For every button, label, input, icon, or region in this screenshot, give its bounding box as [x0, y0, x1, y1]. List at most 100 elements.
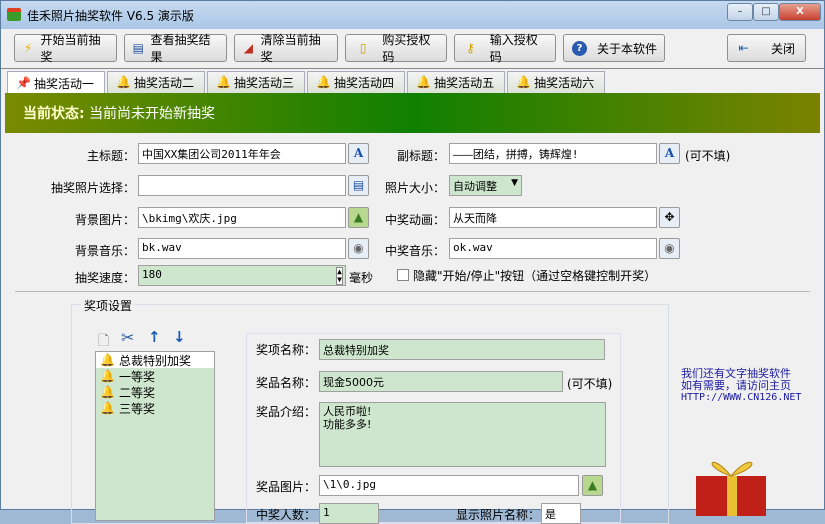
bell-icon: 🔔: [100, 353, 115, 367]
win-animation-input[interactable]: 从天而降: [449, 207, 657, 228]
speed-label: 抽奖速度：: [74, 271, 135, 285]
app-window: 佳禾照片抽奖软件 V6.5 演示版 – □ X ⚡ 开始当前抽奖 ▤ 查看抽奖结果 …: [0, 0, 825, 524]
show-name-label: 显示照片名称：: [456, 508, 541, 522]
tab-label: 抽奖活动一: [34, 76, 95, 91]
winner-count-stepper[interactable]: 1: [319, 503, 379, 524]
button-label: 购买授权码: [382, 33, 431, 64]
key-icon: ⚷: [466, 40, 475, 55]
toolbar: ⚡ 开始当前抽奖 ▤ 查看抽奖结果 ◢ 清除当前抽奖 ▯ 购买授权码 ⚷ 输入授权码 ? 关…: [1, 29, 824, 69]
prize-intro-label: 奖品介绍：: [256, 405, 317, 419]
speed-value: 180: [142, 268, 162, 281]
bell-icon: 🔔: [516, 75, 532, 89]
lightning-icon: ⚡: [24, 40, 33, 55]
view-results-button[interactable]: ▤ 查看抽奖结果: [124, 33, 227, 64]
bg-image-label: 背景图片：: [74, 213, 135, 227]
cut-icon[interactable]: ✂: [121, 328, 134, 347]
tab-activity-3[interactable]: 🔔 抽奖活动三: [207, 71, 306, 93]
stepper-arrows-icon[interactable]: ▲ ▼: [336, 267, 343, 285]
list-item-label: 一等奖: [118, 369, 155, 384]
close-button[interactable]: ⇤ 关闭: [727, 34, 806, 62]
activity-tabs: 📌 抽奖活动一 🔔 抽奖活动二 🔔 抽奖活动三 🔔 抽奖活动四 🔔 抽奖活动五 🔔 抽奖活动…: [7, 71, 607, 94]
minimize-button[interactable]: –: [727, 3, 753, 21]
win-music-label: 中奖音乐：: [384, 244, 445, 258]
bell-icon: 🔔: [100, 385, 115, 399]
close-window-button[interactable]: X: [779, 3, 821, 21]
hide-button-checkbox[interactable]: [397, 269, 409, 281]
prize-intro-textarea[interactable]: 人民币啦! 功能多多!: [319, 402, 606, 467]
list-item-label: 总裁特别加奖: [118, 353, 191, 368]
pin-icon: 📌: [16, 75, 31, 90]
prize-name-label: 奖项名称：: [256, 343, 317, 357]
tab-activity-2[interactable]: 🔔 抽奖活动二: [107, 71, 206, 93]
bg-music-input[interactable]: bk.wav: [138, 238, 346, 259]
move-down-icon[interactable]: ↓: [173, 328, 186, 346]
tab-activity-6[interactable]: 🔔 抽奖活动六: [507, 71, 606, 93]
app-icon: [7, 8, 21, 21]
status-text: 当前尚未开始新抽奖: [89, 106, 216, 122]
optional-note: (可不填): [567, 377, 613, 391]
bell-icon: 🔔: [316, 75, 332, 89]
tab-activity-4[interactable]: 🔔 抽奖活动四: [307, 71, 406, 93]
promo-text: 我们还有文字抽奖软件 如有需要，请访问主页 HTTP://WWW.CN126.N…: [681, 368, 801, 404]
list-icon: ▤: [132, 40, 144, 55]
bg-image-input[interactable]: \bkimg\欢庆.jpg: [138, 207, 346, 228]
tab-label: 抽奖活动三: [234, 76, 295, 90]
chevron-down-icon: ▼: [511, 178, 518, 188]
font-icon[interactable]: A: [659, 143, 680, 164]
button-label: 查看抽奖结果: [150, 33, 211, 64]
photo-size-select[interactable]: 自动调整 ▼: [449, 175, 522, 196]
list-item-label: 三等奖: [118, 401, 155, 416]
animation-icon[interactable]: ✥: [659, 207, 680, 228]
photo-size-value: 自动调整: [453, 180, 497, 193]
move-up-icon[interactable]: ↑: [148, 328, 161, 346]
optional-note: (可不填): [685, 149, 731, 163]
tab-label: 抽奖活动二: [134, 76, 195, 90]
bell-icon: 🔔: [100, 401, 115, 415]
tab-activity-5[interactable]: 🔔 抽奖活动五: [407, 71, 506, 93]
bell-icon: 🔔: [116, 75, 131, 89]
speed-unit: 毫秒: [349, 271, 374, 285]
enter-license-button[interactable]: ⚷ 输入授权码: [454, 33, 556, 64]
prize-name-input[interactable]: 总裁特别加奖: [319, 339, 605, 360]
maximize-button[interactable]: □: [753, 3, 779, 21]
winner-count-label: 中奖人数：: [256, 508, 317, 522]
prize-image-label: 奖品图片：: [256, 480, 317, 494]
buy-license-button[interactable]: ▯ 购买授权码: [345, 33, 447, 64]
prize-image-input[interactable]: \1\0.jpg: [319, 475, 579, 496]
tab-label: 抽奖活动五: [434, 76, 495, 90]
list-item-label: 二等奖: [118, 385, 155, 400]
prize-settings-title: 奖项设置: [81, 297, 136, 314]
button-label: 开始当前抽奖: [40, 33, 101, 64]
photo-select-input[interactable]: [138, 175, 346, 196]
main-title-label: 主标题：: [86, 149, 135, 163]
title-bar: 佳禾照片抽奖软件 V6.5 演示版 – □ X: [1, 1, 824, 29]
prize-item-input[interactable]: 现金5000元: [319, 371, 563, 392]
win-animation-label: 中奖动画：: [384, 213, 445, 227]
start-draw-button[interactable]: ⚡ 开始当前抽奖: [14, 33, 117, 64]
subtitle-label: 副标题：: [396, 149, 445, 163]
image-icon[interactable]: ▲: [582, 475, 603, 496]
clear-draw-button[interactable]: ◢ 清除当前抽奖: [234, 33, 338, 64]
tab-label: 抽奖活动四: [334, 76, 395, 90]
photo-size-label: 照片大小：: [384, 181, 445, 195]
list-item[interactable]: 🔔 二等奖: [96, 384, 214, 400]
list-item[interactable]: 🔔 总裁特别加奖: [96, 352, 214, 368]
hide-button-label: 隐藏"开始/停止"按钮（通过空格键控制开奖）: [413, 269, 657, 283]
win-music-input[interactable]: ok.wav: [449, 238, 657, 259]
list-item[interactable]: 🔔 一等奖: [96, 368, 214, 384]
speaker-icon[interactable]: ◉: [659, 238, 680, 259]
window-title: 佳禾照片抽奖软件 V6.5 演示版: [27, 9, 194, 23]
main-title-input[interactable]: 中国XX集团公司2011年年会: [138, 143, 346, 164]
subtitle-input[interactable]: ———团结，拼搏，铸辉煌!: [449, 143, 657, 164]
speed-stepper[interactable]: 180 ▲ ▼: [138, 265, 346, 286]
tab-activity-1[interactable]: 📌 抽奖活动一: [7, 71, 106, 94]
list-item[interactable]: 🔔 三等奖: [96, 400, 214, 416]
about-button[interactable]: ? 关于本软件: [563, 34, 665, 62]
promo-link[interactable]: HTTP://WWW.CN126.NET: [681, 392, 801, 404]
show-name-select[interactable]: 是: [541, 503, 581, 524]
status-label: 当前状态:: [23, 106, 85, 122]
button-label: 输入授权码: [489, 33, 538, 64]
tab-label: 抽奖活动六: [534, 76, 595, 90]
photo-select-label: 抽奖照片选择：: [50, 181, 135, 195]
help-icon: ?: [572, 40, 587, 56]
